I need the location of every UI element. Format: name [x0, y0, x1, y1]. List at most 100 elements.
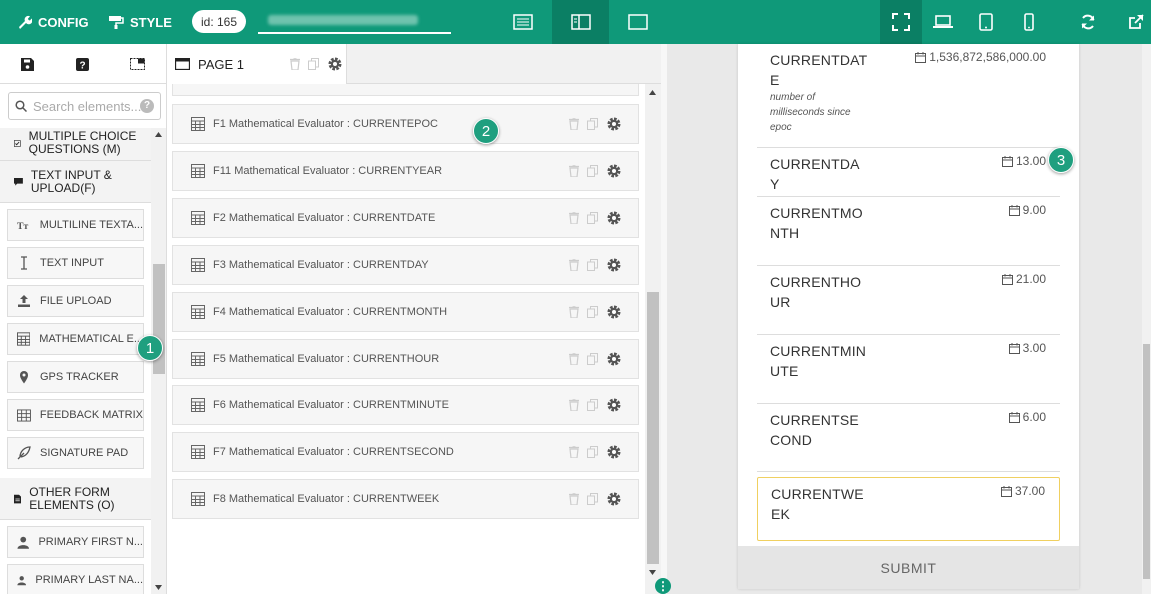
gear-icon[interactable]	[606, 257, 622, 273]
view-preview-button[interactable]	[609, 0, 666, 44]
form-element-row[interactable]: F2 Mathematical Evaluator : CURRENTDATE	[172, 198, 639, 238]
category-text-input[interactable]: TEXT INPUT & UPLOAD(F)	[0, 161, 151, 203]
element-gps-tracker[interactable]: GPS TRACKER	[7, 361, 144, 393]
scroll-up-arrow-icon[interactable]	[649, 90, 656, 95]
row-actions	[569, 397, 622, 413]
tablet-view-button[interactable]	[965, 0, 1007, 44]
preview-field[interactable]: CURRENTDAY 13.00	[757, 148, 1060, 197]
copy-icon[interactable]	[587, 446, 598, 458]
gear-icon[interactable]	[606, 351, 622, 367]
trash-icon[interactable]	[569, 212, 579, 224]
scrollbar-thumb[interactable]	[1143, 344, 1150, 579]
refresh-button[interactable]	[1067, 0, 1109, 44]
copy-icon[interactable]	[587, 259, 598, 271]
submit-button[interactable]: SUBMIT	[738, 546, 1079, 589]
form-element-row[interactable]: F5 Mathematical Evaluator : CURRENTHOUR	[172, 339, 639, 379]
search-help-icon[interactable]: ?	[140, 99, 154, 113]
elements-scrollbar[interactable]	[151, 128, 166, 594]
copy-icon[interactable]	[308, 58, 320, 70]
category-other-form-elements[interactable]: OTHER FORM ELEMENTS (O)	[0, 478, 151, 520]
config-button[interactable]: CONFIG	[18, 0, 89, 44]
form-element-row[interactable]: F11 Mathematical Evaluator : CURRENTYEAR	[172, 151, 639, 191]
copy-icon[interactable]	[587, 165, 598, 177]
view-list-button[interactable]	[494, 0, 551, 44]
copy-icon[interactable]	[587, 493, 598, 505]
trash-icon[interactable]	[569, 446, 579, 458]
external-link-icon	[1129, 14, 1144, 29]
gear-icon[interactable]	[606, 163, 622, 179]
element-signature-pad[interactable]: SIGNATURE PAD	[7, 437, 144, 469]
element-label: PRIMARY LAST NA...	[35, 574, 143, 586]
form-element-row[interactable]: F3 Mathematical Evaluator : CURRENTDAY	[172, 245, 639, 285]
gear-icon[interactable]	[606, 210, 622, 226]
trash-icon[interactable]	[569, 306, 579, 318]
mobile-view-button[interactable]	[1008, 0, 1050, 44]
gear-icon[interactable]	[606, 444, 622, 460]
gear-icon[interactable]	[327, 56, 343, 72]
trash-icon[interactable]	[290, 58, 301, 70]
element-primary-first-name[interactable]: PRIMARY FIRST N...	[7, 526, 144, 558]
preview-scrollbar[interactable]	[1142, 44, 1151, 594]
preview-field[interactable]: CURRENTMINUTE 3.00	[757, 335, 1060, 404]
copy-icon[interactable]	[587, 353, 598, 365]
gear-icon[interactable]	[606, 116, 622, 132]
element-multiline-textarea[interactable]: Tт MULTILINE TEXTA...	[7, 209, 144, 241]
view-split-button[interactable]	[552, 0, 609, 44]
form-name-field[interactable]	[258, 9, 451, 34]
help-button[interactable]: ?	[55, 44, 110, 84]
form-element-row[interactable]: F6 Mathematical Evaluator : CURRENTMINUT…	[172, 385, 639, 425]
copy-icon[interactable]	[587, 399, 598, 411]
form-element-row-partial[interactable]	[172, 84, 639, 96]
element-mathematical-evaluator[interactable]: MATHEMATICAL E...	[7, 323, 144, 355]
form-element-row[interactable]: F1 Mathematical Evaluator : CURRENTEPOC	[172, 104, 639, 144]
form-element-row[interactable]: F7 Mathematical Evaluator : CURRENTSECON…	[172, 432, 639, 472]
copy-icon[interactable]	[587, 212, 598, 224]
form-element-row[interactable]: F8 Mathematical Evaluator : CURRENTWEEK	[172, 479, 639, 519]
trash-icon[interactable]	[569, 165, 579, 177]
element-file-upload[interactable]: FILE UPLOAD	[7, 285, 144, 317]
fullscreen-button[interactable]	[880, 0, 922, 44]
open-external-button[interactable]	[1115, 0, 1151, 44]
trash-icon[interactable]	[569, 399, 579, 411]
row-actions	[569, 116, 622, 132]
row-label: F11 Mathematical Evaluator : CURRENTYEAR	[213, 165, 443, 177]
element-feedback-matrix[interactable]: FEEDBACK MATRIX	[7, 399, 144, 431]
style-button[interactable]: STYLE	[108, 0, 172, 44]
comment-icon	[14, 177, 23, 186]
form-element-row[interactable]: F4 Mathematical Evaluator : CURRENTMONTH	[172, 292, 639, 332]
text-size-icon: Tт	[17, 221, 29, 230]
annotation-badge-1: 1	[137, 335, 163, 361]
more-options-icon[interactable]: ⋮	[655, 578, 671, 594]
row-label: F1 Mathematical Evaluator : CURRENTEPOC	[213, 118, 438, 130]
copy-icon[interactable]	[587, 118, 598, 130]
trash-icon[interactable]	[569, 353, 579, 365]
scrollbar-thumb[interactable]	[647, 292, 659, 564]
scroll-down-arrow-icon[interactable]	[155, 585, 162, 590]
scroll-down-arrow-icon[interactable]	[649, 570, 656, 575]
preview-field[interactable]: CURRENTMONTH 9.00	[757, 197, 1060, 266]
gear-icon[interactable]	[606, 491, 622, 507]
editor-scrollbar[interactable]	[645, 84, 661, 594]
tab-page-1[interactable]: PAGE 1	[167, 44, 347, 84]
element-text-input[interactable]: TEXT INPUT	[7, 247, 144, 279]
trash-icon[interactable]	[569, 493, 579, 505]
annotation-badge-2: 2	[473, 118, 499, 144]
copy-icon[interactable]	[587, 306, 598, 318]
panel-toggle-button[interactable]	[110, 44, 165, 84]
preview-field[interactable]: CURRENTSECOND 6.00	[757, 404, 1060, 472]
gear-icon[interactable]	[606, 397, 622, 413]
desktop-view-button[interactable]	[922, 0, 964, 44]
category-multiple-choice[interactable]: MULTIPLE CHOICE QUESTIONS (M)	[0, 128, 151, 161]
gear-icon[interactable]	[606, 304, 622, 320]
trash-icon[interactable]	[569, 118, 579, 130]
svg-text:?: ?	[79, 60, 85, 71]
elements-list: MULTIPLE CHOICE QUESTIONS (M) TEXT INPUT…	[0, 128, 151, 594]
trash-icon[interactable]	[569, 259, 579, 271]
search-elements-input[interactable]: Search elements... ?	[8, 92, 161, 120]
preview-field[interactable]: CURRENTWEEK 37.00	[757, 477, 1060, 541]
element-primary-last-name[interactable]: PRIMARY LAST NA...	[7, 564, 144, 594]
scroll-up-arrow-icon[interactable]	[155, 132, 162, 137]
preview-field[interactable]: CURRENTHOUR 21.00	[757, 266, 1060, 335]
preview-field[interactable]: CURRENTDATE 1,536,872,586,000.00 number of…	[757, 44, 1060, 148]
save-button[interactable]	[0, 44, 55, 84]
